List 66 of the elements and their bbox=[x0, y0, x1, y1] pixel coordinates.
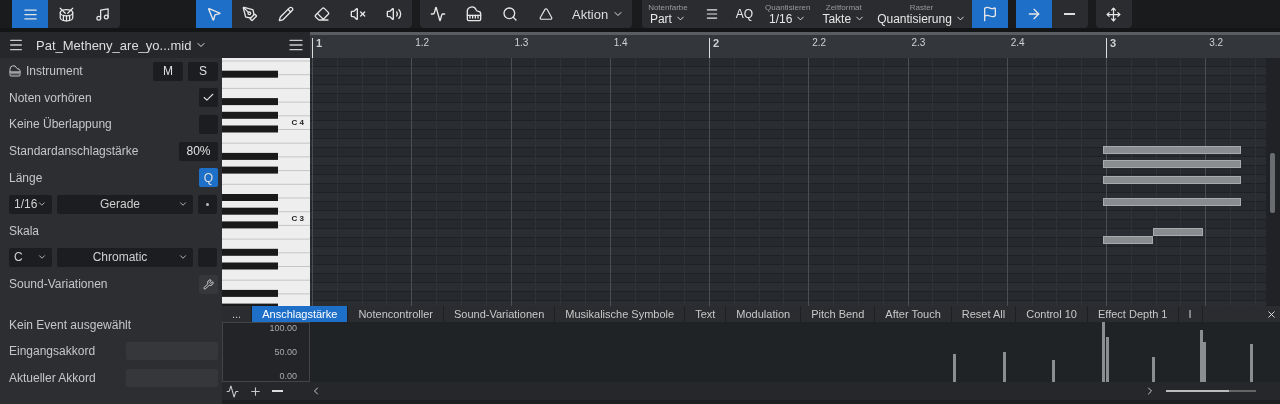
ruler-label: 2.4 bbox=[1009, 38, 1025, 50]
overlap-label: Keine Überlappung bbox=[9, 117, 113, 132]
velocity-label: Standardanschlagstärke bbox=[9, 144, 140, 159]
scale-value: 0.00 bbox=[279, 371, 297, 381]
root-dropdown[interactable]: C bbox=[9, 247, 52, 267]
keyboard-icon bbox=[9, 65, 21, 78]
minus-icon bbox=[272, 390, 283, 392]
length-label: Länge bbox=[9, 170, 44, 185]
quantize-length-button[interactable]: Q bbox=[199, 168, 218, 188]
ruler-label: 2.3 bbox=[910, 38, 926, 50]
close-icon bbox=[1265, 308, 1277, 320]
dot-icon bbox=[206, 202, 209, 206]
scale-dropdown[interactable]: Chromatic bbox=[57, 247, 193, 267]
ruler-label: 1.4 bbox=[612, 38, 628, 50]
color-dropdown[interactable]: Notenfarbe Part bbox=[642, 0, 694, 28]
pen-icon bbox=[242, 6, 258, 22]
note-icon bbox=[94, 6, 110, 22]
speaker-icon bbox=[386, 6, 402, 22]
length-dropdown[interactable]: 1/16 bbox=[9, 194, 52, 214]
ruler-label: 2.2 bbox=[811, 38, 827, 50]
key-label: C 3 bbox=[291, 214, 304, 223]
scale-label: Skala bbox=[9, 223, 41, 238]
scale-value: 50.00 bbox=[274, 347, 297, 357]
scale-value: 100.00 bbox=[269, 323, 297, 333]
toolbar-dropdown[interactable]: Zeitformat Takte bbox=[816, 0, 872, 28]
file-dropdown[interactable]: Pat_Metheny_are_yo...mid bbox=[32, 37, 214, 53]
plus-icon bbox=[249, 384, 262, 398]
sound-variations-label: Sound-Variationen bbox=[9, 277, 109, 292]
menu-icon bbox=[8, 37, 24, 53]
ruler-label: 1.2 bbox=[414, 38, 430, 50]
velocity-field[interactable]: 80% bbox=[179, 141, 218, 161]
lane-tab[interactable]: Anschlagstärke bbox=[252, 306, 349, 322]
event-label: Kein Event ausgewählt bbox=[9, 317, 133, 332]
wrench-icon bbox=[203, 278, 214, 290]
dot-button[interactable] bbox=[198, 194, 217, 214]
chord-label: Eingangsakkord bbox=[9, 344, 97, 359]
preview-label: Noten vorhören bbox=[9, 90, 93, 105]
mute-icon bbox=[350, 6, 366, 22]
eraser-icon bbox=[314, 6, 330, 22]
drum-icon bbox=[58, 6, 74, 22]
curve-icon bbox=[226, 384, 239, 398]
toolbar-dropdown[interactable]: Raster Quantisierung bbox=[871, 0, 972, 28]
list-icon bbox=[288, 37, 304, 53]
aq-button[interactable]: AQ bbox=[729, 0, 760, 28]
instrument-label: Instrument bbox=[26, 64, 84, 79]
mute-button[interactable]: M bbox=[153, 61, 183, 81]
pencil-icon bbox=[278, 6, 294, 22]
flag-button[interactable] bbox=[971, 0, 1008, 28]
arrow-icon bbox=[206, 6, 222, 22]
follow-button[interactable] bbox=[1015, 0, 1052, 28]
length-type-dropdown[interactable]: Gerade bbox=[57, 194, 193, 214]
flag-icon bbox=[981, 6, 998, 22]
solo-button[interactable]: S bbox=[188, 61, 218, 81]
key-label: C 4 bbox=[291, 118, 304, 127]
preview-checkbox[interactable] bbox=[199, 88, 218, 108]
wrench-button[interactable] bbox=[199, 274, 218, 294]
piano-keyboard[interactable] bbox=[222, 58, 310, 306]
timeline-ruler[interactable]: 1 1.2 1.3 1.4 2 2.2 2.3 2.4 3 3.2 bbox=[310, 32, 1280, 58]
lines-icon bbox=[704, 7, 719, 21]
ruler-label: 3.2 bbox=[1208, 38, 1224, 50]
move-icon bbox=[1106, 6, 1122, 22]
chord-label: Aktueller Akkord bbox=[9, 370, 97, 385]
keyboard-icon bbox=[466, 6, 482, 22]
triangle-icon bbox=[539, 7, 553, 21]
toolbar-dropdown[interactable]: Quantisieren 1/16 bbox=[759, 0, 817, 28]
ruler-label: 1.3 bbox=[513, 38, 529, 50]
